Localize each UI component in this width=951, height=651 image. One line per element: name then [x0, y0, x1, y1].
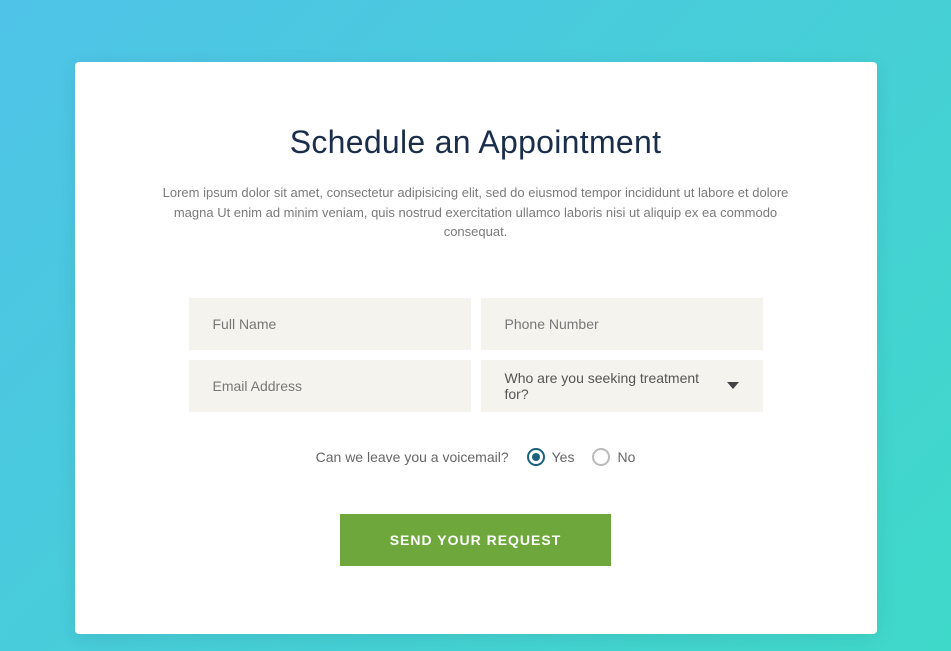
radio-icon: [592, 448, 610, 466]
voicemail-question: Can we leave you a voicemail?: [316, 449, 509, 465]
submit-button[interactable]: SEND YOUR REQUEST: [340, 514, 612, 566]
treatment-select[interactable]: Who are you seeking treatment for?: [481, 360, 763, 412]
voicemail-row: Can we leave you a voicemail? Yes No: [147, 448, 805, 466]
phone-input[interactable]: [481, 298, 763, 350]
voicemail-no-label: No: [617, 449, 635, 465]
email-input[interactable]: [189, 360, 471, 412]
voicemail-yes-radio[interactable]: Yes: [527, 448, 575, 466]
page-description: Lorem ipsum dolor sit amet, consectetur …: [147, 183, 805, 242]
appointment-card: Schedule an Appointment Lorem ipsum dolo…: [75, 62, 877, 634]
radio-icon: [527, 448, 545, 466]
treatment-select-label: Who are you seeking treatment for?: [505, 370, 727, 402]
voicemail-yes-label: Yes: [552, 449, 575, 465]
submit-row: SEND YOUR REQUEST: [147, 514, 805, 566]
page-title: Schedule an Appointment: [147, 124, 805, 161]
radio-dot-icon: [532, 453, 540, 461]
chevron-down-icon: [727, 382, 739, 389]
form-grid: Who are you seeking treatment for?: [189, 298, 763, 412]
full-name-input[interactable]: [189, 298, 471, 350]
voicemail-no-radio[interactable]: No: [592, 448, 635, 466]
